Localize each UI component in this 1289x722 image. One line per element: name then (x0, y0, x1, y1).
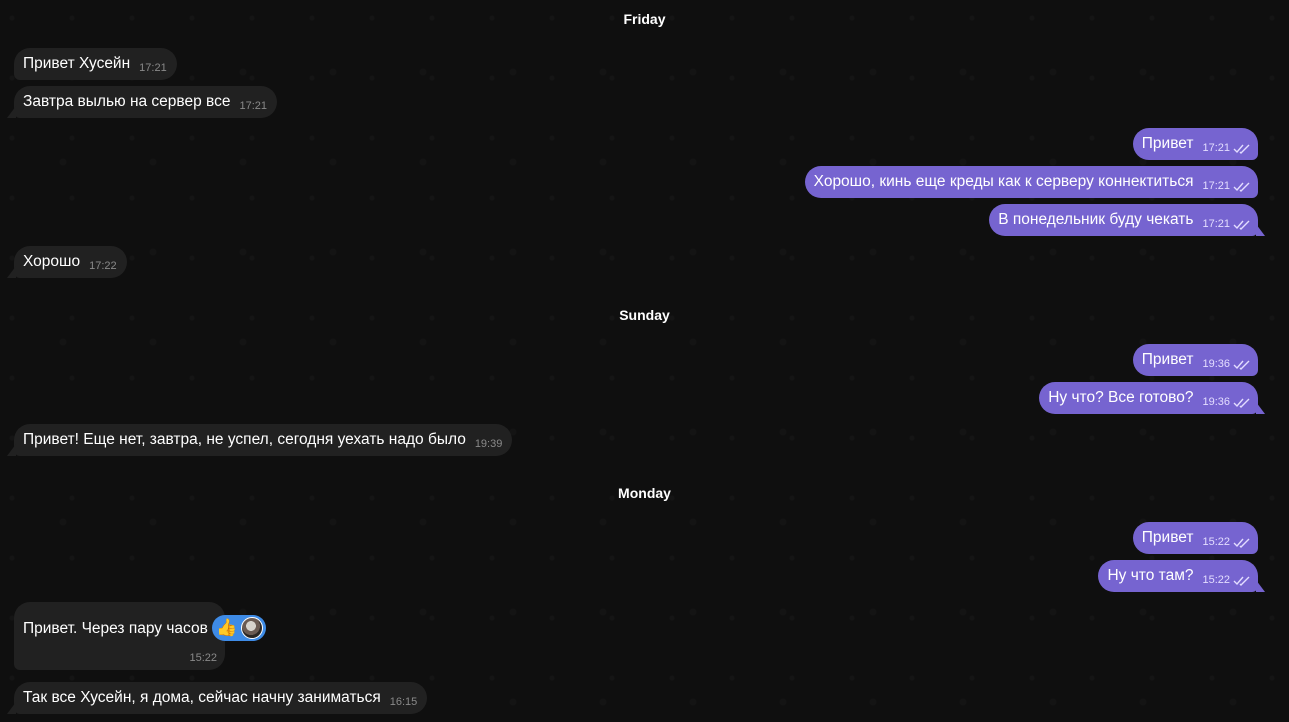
date-separator-friday: Friday (623, 11, 666, 27)
message-incoming[interactable]: Так все Хусейн, я дома, сейчас начну зан… (14, 682, 428, 714)
message-text: Завтра вылью на сервер все (23, 93, 231, 110)
message-incoming[interactable]: Привет! Еще нет, завтра, не успел, сегод… (14, 424, 513, 456)
message-time: 17:21 (139, 62, 167, 74)
message-text: Ну что? Все готово? (1048, 389, 1194, 406)
message-text: Привет! Еще нет, завтра, не успел, сегод… (23, 431, 466, 448)
message-text: Хорошо, кинь еще креды как к серверу кон… (813, 173, 1194, 190)
message-text: Привет (1141, 351, 1194, 368)
message-outgoing[interactable]: Привет 15:22 (1132, 522, 1258, 554)
double-check-icon (1233, 220, 1250, 230)
message-text: Привет Хусейн (23, 55, 131, 72)
double-check-icon (1233, 144, 1250, 154)
message-outgoing[interactable]: В понедельник буду чекать 17:21 (989, 204, 1258, 236)
message-time: 19:36 (1202, 396, 1230, 408)
double-check-icon (1233, 360, 1250, 370)
message-outgoing[interactable]: Привет 17:21 (1132, 128, 1258, 160)
message-time: 19:36 (1202, 358, 1230, 370)
message-incoming[interactable]: Привет Хусейн 17:21 (14, 48, 177, 80)
message-time: 17:21 (1202, 180, 1230, 192)
message-time: 16:15 (389, 696, 418, 708)
message-time: 19:39 (474, 438, 503, 450)
message-text: В понедельник буду чекать (998, 211, 1194, 228)
message-time: 15:22 (1202, 574, 1230, 586)
double-check-icon (1233, 182, 1250, 192)
message-text: Так все Хусейн, я дома, сейчас начну зан… (23, 689, 381, 706)
message-time: 17:21 (239, 100, 267, 112)
message-text: Привет (1141, 529, 1194, 546)
message-text: Привет (1141, 135, 1194, 152)
message-time: 15:22 (1202, 536, 1230, 548)
message-incoming[interactable]: Завтра вылью на сервер все 17:21 (14, 86, 277, 118)
message-text: Ну что там? (1107, 567, 1194, 584)
message-text: Хорошо (23, 253, 81, 270)
message-time: 17:22 (89, 260, 117, 272)
chat-area[interactable]: Friday Привет Хусейн 17:21 Завтра вылью … (0, 0, 1289, 722)
message-time: 17:21 (1202, 218, 1230, 230)
message-outgoing[interactable]: Хорошо, кинь еще креды как к серверу кон… (804, 166, 1258, 198)
message-time: 15:22 (189, 652, 217, 664)
double-check-icon (1233, 398, 1250, 408)
message-incoming[interactable]: Привет. Через пару часов 👍 15:22 (14, 602, 267, 670)
double-check-icon (1233, 576, 1250, 586)
message-outgoing[interactable]: Ну что там? 15:22 (1098, 560, 1258, 592)
date-separator-sunday: Sunday (619, 307, 670, 323)
message-time: 17:21 (1202, 142, 1230, 154)
message-outgoing[interactable]: Ну что? Все готово? 19:36 (1039, 382, 1258, 414)
avatar (241, 617, 264, 639)
double-check-icon (1233, 538, 1250, 548)
thumbs-up-icon: 👍 (216, 618, 238, 637)
message-text: Привет. Через пару часов (23, 620, 208, 637)
message-incoming[interactable]: Хорошо 17:22 (14, 246, 127, 278)
reaction-pill[interactable]: 👍 (212, 615, 267, 641)
date-separator-monday: Monday (618, 485, 671, 501)
message-outgoing[interactable]: Привет 19:36 (1132, 344, 1258, 376)
